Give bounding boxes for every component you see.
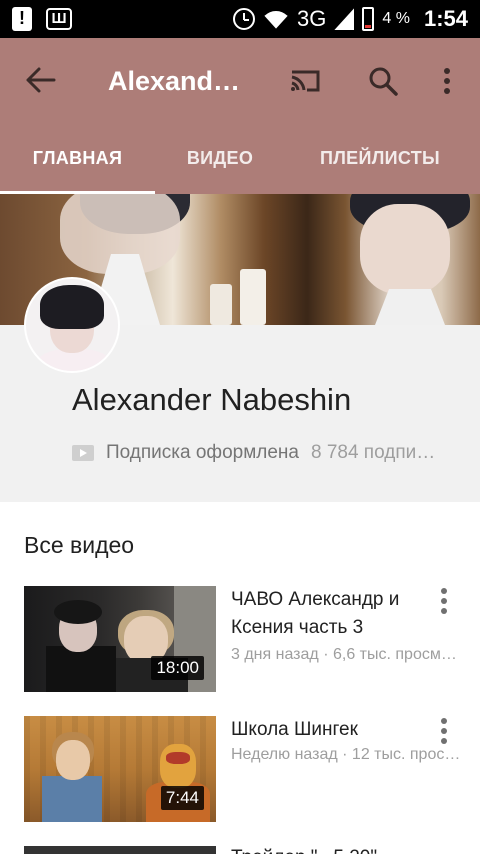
app-bar: Alexander Nabeshin ГЛАВНАЯ ВИДЕО ПЛЕЙЛИС… (0, 38, 480, 194)
warning-notification-icon (12, 7, 32, 31)
search-button[interactable] (366, 64, 400, 98)
status-bar: Ш 3G 4 % 1:54 (0, 0, 480, 38)
video-title[interactable]: Школа Шингек (231, 716, 426, 744)
back-arrow-icon (26, 67, 56, 93)
clock: 1:54 (423, 6, 468, 31)
wifi-icon (263, 9, 289, 29)
subscription-row: Подписка оформлена 8 784 подписчика (72, 440, 472, 466)
video-item[interactable]: 18:00 ЧАВО Александр и Ксения часть 3 3 … (0, 586, 480, 694)
battery-icon (362, 7, 375, 31)
youtube-subscribe-icon (72, 445, 94, 461)
subscriber-count: 8 784 подписчика (310, 442, 436, 463)
video-duration: 7:44 (160, 786, 204, 810)
section-title: Все видео (24, 532, 135, 558)
video-title[interactable]: ЧАВО Александр и Ксения часть 3 (231, 586, 426, 642)
video-item[interactable]: 7:44 Школа Шингек Неделю назад · 12 тыс.… (0, 716, 480, 824)
channel-tabs: ГЛАВНАЯ ВИДЕО ПЛЕЙЛИСТЫ (0, 136, 480, 194)
cast-icon (291, 70, 320, 92)
tab-videos[interactable]: ВИДЕО (160, 136, 280, 194)
video-title[interactable]: Трейлер "...5,20" (231, 844, 431, 854)
tab-playlists[interactable]: ПЛЕЙЛИСТЫ (300, 136, 460, 194)
video-duration: 18:00 (151, 656, 204, 680)
back-button[interactable] (24, 64, 60, 96)
battery-percent: 4 % (382, 10, 410, 27)
app-notification-icon: Ш (46, 8, 72, 30)
video-meta: 3 дня назад · 6,6 тыс. просмотров (231, 646, 461, 663)
video-more-button[interactable] (432, 716, 456, 748)
alarm-icon (233, 8, 256, 30)
video-more-button[interactable] (432, 586, 456, 618)
video-thumbnail[interactable] (24, 846, 216, 854)
video-thumbnail[interactable]: 18:00 (24, 586, 216, 692)
cast-button[interactable] (288, 64, 322, 98)
video-thumbnail[interactable]: 7:44 (24, 716, 216, 822)
channel-avatar[interactable] (24, 277, 120, 373)
search-icon (369, 67, 398, 96)
more-vert-icon (444, 68, 450, 94)
more-options-button[interactable] (430, 64, 464, 98)
channel-name: Alexander Nabeshin (72, 382, 352, 417)
video-meta: Неделю назад · 12 тыс. просмотров (231, 746, 461, 763)
tab-home[interactable]: ГЛАВНАЯ (0, 136, 155, 194)
channel-title: Alexander Nabeshin (108, 66, 248, 96)
network-type: 3G (297, 6, 327, 31)
subscribe-button[interactable]: Подписка оформлена (106, 442, 299, 464)
more-vert-icon (441, 588, 447, 594)
signal-icon (334, 8, 354, 30)
more-vert-icon (441, 718, 447, 724)
